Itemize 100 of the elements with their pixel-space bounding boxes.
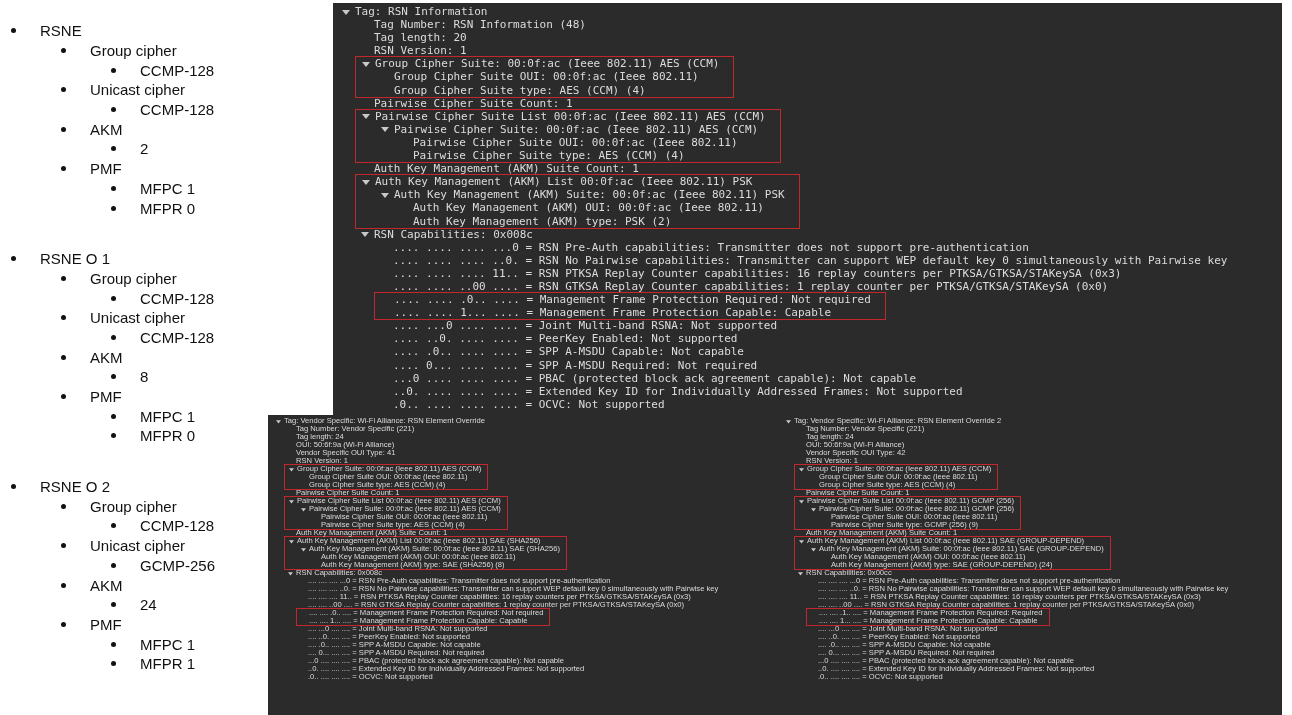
bullet-icon (11, 484, 16, 490)
bullet-icon (61, 394, 66, 400)
disclosure-triangle-icon[interactable] (798, 538, 804, 544)
disclosure-triangle-icon[interactable] (785, 418, 791, 424)
disclosure-triangle-icon[interactable] (288, 466, 294, 472)
tree-row[interactable]: Group Cipher Suite OUI: 00:0f:ac (Ieee 802.11) (356, 70, 699, 84)
tree-row[interactable]: .... .... .... ...0 = RSN Pre-Auth capabilities: Transmitter does not support pre-authentication (336, 240, 1029, 254)
list-item-text: RSNE (40, 22, 82, 40)
tree-row[interactable]: Pairwise Cipher Suite OUI: 00:0f:ac (Ieee 802.11) (356, 135, 738, 150)
list-item-text: RSNE O 2 (40, 478, 111, 496)
list-item-text: PMF (90, 615, 122, 633)
tree-row[interactable]: Auth Key Management (AKM) OUI: 00:0f:ac (Ieee 802.11) (356, 201, 764, 215)
list-item-text: CCMP-128 (140, 328, 215, 346)
tree-row[interactable]: .... .... 1... .... = Management Frame Protection Capable: Capable (375, 306, 832, 320)
list-item-text: AKM (90, 120, 123, 138)
bullet-icon (111, 413, 116, 419)
bullet-icon (111, 107, 116, 113)
list-item-text: CCMP-128 (140, 61, 215, 79)
bullet-icon (111, 334, 116, 340)
disclosure-triangle-icon[interactable] (361, 59, 370, 68)
tree-row[interactable]: Tag Number: RSN Information (48) (336, 18, 586, 32)
list-item-text: MFPR 1 (140, 655, 195, 673)
disclosure-triangle-icon[interactable] (341, 7, 350, 16)
tree-row[interactable]: Auth Key Management (AKM) Suite: 00:0f:ac (Ieee 802.11) PSK (356, 188, 785, 202)
tree-row[interactable]: Auth Key Management (AKM) List 00:0f:ac (Ieee 802.11) PSK (356, 175, 753, 189)
disclosure-triangle-icon[interactable] (287, 570, 293, 576)
bullet-icon (111, 433, 116, 439)
list-item-text: MFPC 1 (140, 179, 195, 197)
bullet-icon (111, 641, 116, 647)
disclosure-triangle-icon[interactable] (275, 418, 281, 424)
disclosure-triangle-icon[interactable] (288, 538, 294, 544)
tree-row[interactable]: .... ...0 .... .... = Joint Multi-band RSNA: Not supported (336, 319, 778, 333)
tree-row[interactable]: Group Cipher Suite type: AES (CCM) (4) (356, 83, 646, 97)
disclosure-triangle-icon[interactable] (361, 112, 370, 121)
tree-row[interactable]: RSN Capabilities: 0x008c (336, 227, 533, 241)
bullet-icon (61, 582, 66, 588)
list-item-text: Unicast cipher (90, 537, 186, 555)
tree-row[interactable]: ..0. .... .... .... = Extended Key ID for Individually Addressed Frames: Not supported (336, 384, 963, 398)
bullet-icon (61, 315, 66, 321)
bullet-icon (61, 354, 66, 360)
tree-row[interactable]: Tag: RSN Information (336, 5, 488, 19)
disclosure-triangle-icon[interactable] (361, 177, 370, 186)
disclosure-triangle-icon[interactable] (380, 190, 389, 199)
list-item-text: Group cipher (90, 42, 177, 60)
disclosure-triangle-icon[interactable] (798, 466, 804, 472)
list-item-text: Group cipher (90, 497, 177, 515)
tree-row[interactable]: .... ..0. .... .... = PeerKey Enabled: Not supported (336, 332, 738, 346)
tree-row[interactable]: ...0 .... .... .... = PBAC (protected block ack agreement capable): Not capable (336, 371, 917, 385)
disclosure-triangle-icon[interactable] (300, 506, 306, 512)
list-item-text: MFPC 1 (140, 635, 195, 653)
bullet-icon (111, 374, 116, 380)
list-item-text: Unicast cipher (90, 81, 186, 99)
tree-row[interactable]: .... .... .... ..0. = RSN No Pairwise capabilities: Transmitter can support WEP default key 0 simultaneously with Pairwise key (336, 253, 1228, 267)
tree-row[interactable]: .... .... .... 11.. = RSN PTKSA Replay Counter capabilities: 16 replay counters per PTKSA/GTKSA/STAKeySA (0x3) (336, 266, 1122, 280)
disclosure-triangle-icon[interactable] (288, 498, 294, 504)
bullet-icon (61, 48, 66, 54)
bullet-icon (61, 126, 66, 132)
list-item-text: AKM (90, 576, 123, 594)
list-item-text: Unicast cipher (90, 309, 186, 327)
bullet-icon (111, 67, 116, 73)
tree-row[interactable]: .... .... ..00 .... = RSN GTKSA Replay Counter capabilities: 1 replay counter per PTKSA/GTKSA/STAKeySA (0x0) (336, 279, 1109, 294)
tree-row[interactable]: Pairwise Cipher Suite List 00:0f:ac (Ieee 802.11) AES (CCM) (356, 109, 766, 123)
bullet-icon (61, 543, 66, 549)
list-item-text: PMF (90, 388, 122, 406)
bullet-icon (111, 146, 116, 152)
list-item-text: MFPR 0 (140, 427, 195, 445)
disclosure-triangle-icon[interactable] (300, 546, 306, 552)
disclosure-triangle-icon[interactable] (798, 498, 804, 504)
tree-row[interactable]: Pairwise Cipher Suite: 00:0f:ac (Ieee 802.11) AES (CCM) (356, 122, 759, 136)
tree-row[interactable]: Tag length: 20 (336, 31, 467, 45)
list-item-text: 24 (140, 596, 157, 614)
bullet-icon (111, 661, 116, 667)
list-item-text: RSNE O 1 (40, 250, 111, 268)
disclosure-triangle-icon[interactable] (810, 546, 816, 552)
bullet-icon (11, 256, 16, 262)
list-item-text: CCMP-128 (140, 289, 215, 307)
tree-row[interactable]: .0.. .... .... .... = OCVC: Not supported (336, 397, 665, 411)
tree-row[interactable]: Pairwise Cipher Suite type: AES (CCM) (4) (356, 149, 685, 163)
bullet-icon (61, 503, 66, 509)
disclosure-triangle-icon[interactable] (360, 230, 369, 239)
tree-row[interactable]: Auth Key Management (AKM) type: PSK (2) (356, 214, 672, 228)
tree-row[interactable]: Group Cipher Suite: 00:0f:ac (Ieee 802.11) AES (CCM) (356, 57, 720, 71)
tree-row[interactable]: RSN Version: 1 (336, 44, 467, 58)
disclosure-triangle-icon[interactable] (380, 125, 389, 134)
list-item-text: 2 (140, 140, 149, 158)
disclosure-triangle-icon[interactable] (797, 570, 803, 576)
bullet-icon (61, 87, 66, 93)
list-item-text: PMF (90, 160, 122, 178)
tree-row[interactable]: Auth Key Management (AKM) Suite Count: 1 (336, 162, 639, 176)
tree-row[interactable]: Pairwise Cipher Suite Count: 1 (336, 96, 573, 110)
tree-row[interactable]: .... .... .0.. .... = Management Frame Protection Required: Not required (375, 293, 871, 307)
list-item-text: Group cipher (90, 269, 177, 287)
bullet-icon (111, 523, 116, 529)
list-item-text: CCMP-128 (140, 517, 215, 535)
bullet-icon (61, 621, 66, 627)
tree-row[interactable]: .... 0... .... .... = SPP A-MSDU Required: Not required (336, 358, 758, 372)
disclosure-triangle-icon[interactable] (810, 506, 816, 512)
list-item-text: AKM (90, 348, 123, 366)
tree-row[interactable]: .... .0.. .... .... = SPP A-MSDU Capable: Not capable (336, 345, 744, 359)
bullet-icon (111, 185, 116, 191)
